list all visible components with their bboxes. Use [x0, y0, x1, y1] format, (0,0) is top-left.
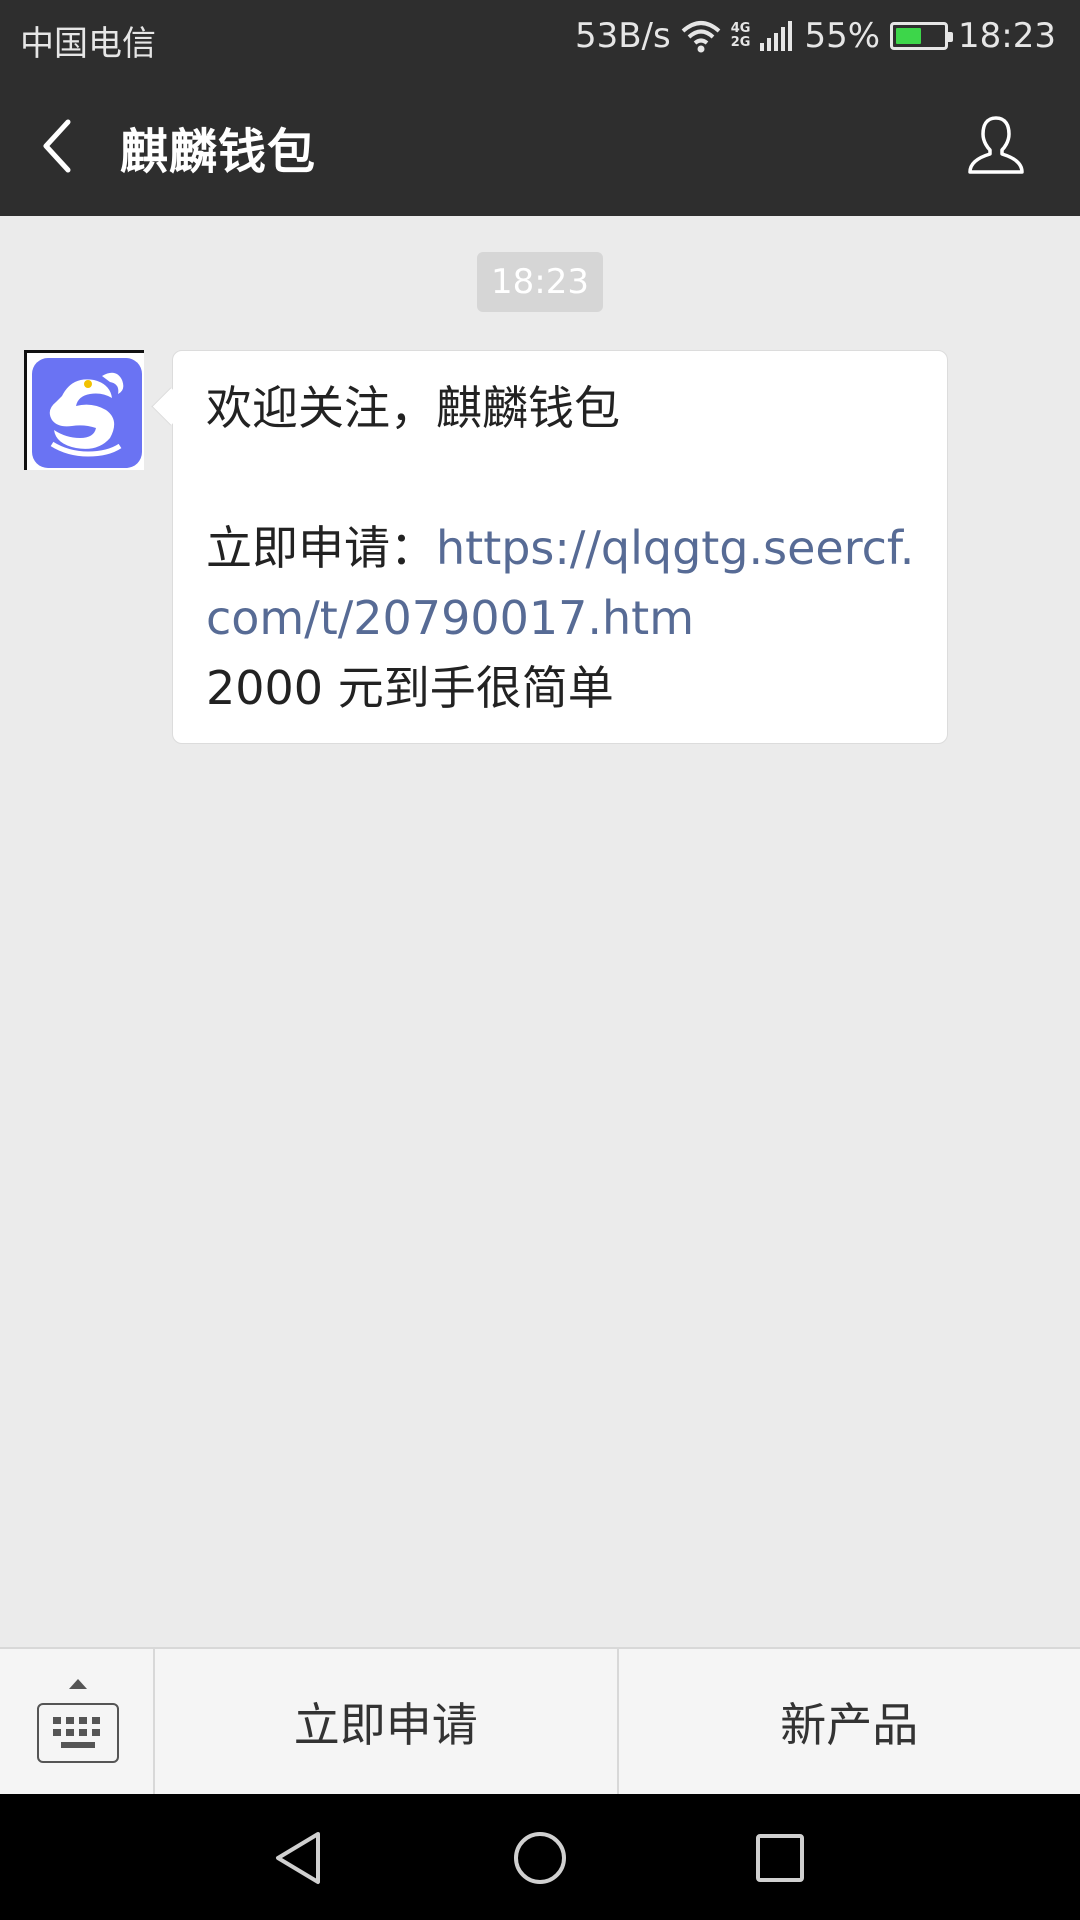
dragon-logo-icon [32, 358, 142, 468]
network-type-label: 4G 2G [730, 21, 751, 50]
status-time: 18:23 [958, 16, 1056, 56]
message-bubble[interactable]: 欢迎关注，麒麟钱包 立即申请：https://qlqgtg.seercf.com… [172, 350, 948, 744]
carrier-name: 中国电信 [20, 24, 156, 64]
menu-item-apply-now[interactable]: 立即申请 [155, 1649, 617, 1794]
caret-up-icon [69, 1679, 87, 1689]
battery-fill [896, 28, 922, 44]
status-bar: 中国电信 53B/s 4G 2G 55% 18:23 [0, 0, 1080, 74]
back-triangle-icon[interactable] [272, 1830, 328, 1886]
chevron-left-icon[interactable] [38, 118, 78, 174]
battery-percent: 55% [804, 16, 881, 56]
person-icon[interactable] [966, 114, 1026, 176]
wifi-icon [681, 19, 721, 53]
promo-text: 2000 元到手很简单 [206, 661, 614, 715]
apply-prefix: 立即申请： [206, 521, 436, 575]
message-timestamp: 18:23 [477, 252, 603, 312]
recents-square-icon[interactable] [752, 1830, 808, 1886]
system-nav-bar [0, 1794, 1080, 1920]
menu-item-new-products[interactable]: 新产品 [616, 1649, 1080, 1794]
welcome-text: 欢迎关注，麒麟钱包 [206, 381, 620, 435]
battery-icon [890, 22, 954, 50]
keyboard-toggle-button[interactable] [0, 1649, 155, 1794]
nav-bar: 麒麟钱包 [0, 74, 1080, 216]
network-speed: 53B/s [574, 16, 671, 56]
home-circle-icon[interactable] [512, 1830, 568, 1886]
apply-line: 立即申请：https://qlqgtg.seercf.com/t/2079001… [206, 513, 917, 653]
menu-bar: 立即申请 新产品 [0, 1647, 1080, 1794]
status-right-group: 53B/s 4G 2G 55% 18:23 [575, 16, 1056, 56]
avatar[interactable] [24, 350, 144, 470]
page-title: 麒麟钱包 [120, 124, 317, 180]
signal-icon [760, 21, 794, 51]
keyboard-icon [37, 1703, 119, 1763]
